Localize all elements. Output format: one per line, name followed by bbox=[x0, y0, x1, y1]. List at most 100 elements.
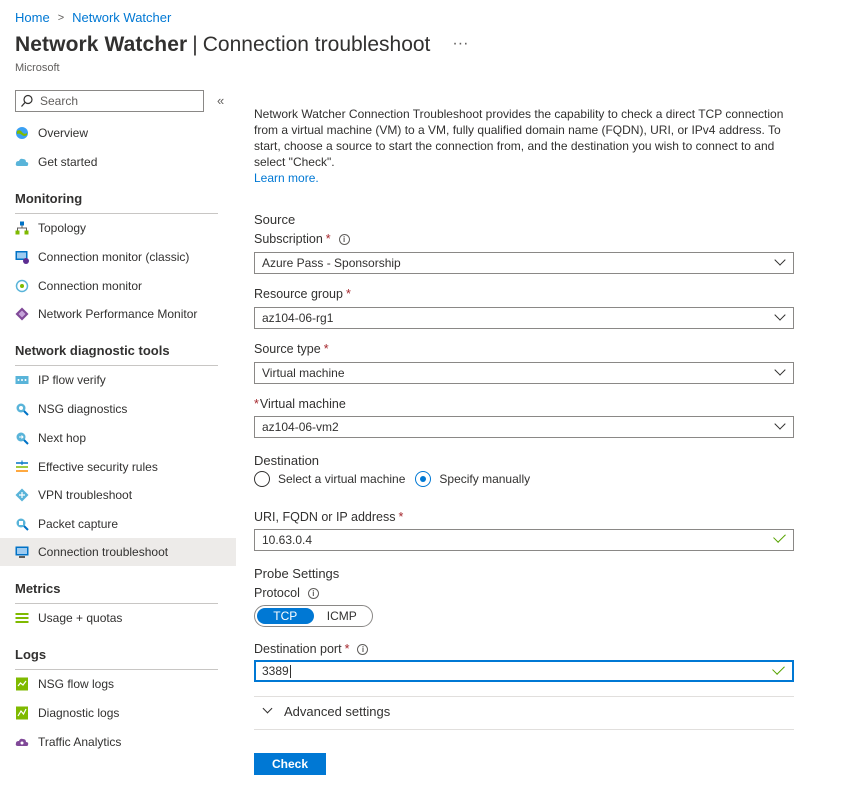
learn-more-link[interactable]: Learn more. bbox=[254, 171, 319, 185]
radio-specify-manually-label[interactable]: Specify manually bbox=[439, 472, 530, 486]
sidebar-item-label: Effective security rules bbox=[38, 460, 158, 474]
security-rules-icon bbox=[15, 460, 29, 474]
sidebar-item-topology[interactable]: Topology bbox=[0, 214, 236, 242]
connection-troubleshoot-icon bbox=[15, 545, 29, 559]
text-caret bbox=[289, 664, 291, 678]
sidebar-item-get-started[interactable]: Get started bbox=[0, 148, 236, 176]
sidebar-item-nsg-diagnostics[interactable]: NSG diagnostics bbox=[0, 395, 236, 423]
info-icon[interactable]: i bbox=[357, 643, 369, 655]
sidebar-item-label: NSG flow logs bbox=[38, 677, 115, 691]
source-type-select[interactable]: Virtual machine bbox=[254, 362, 794, 384]
subscription-label-text: Subscription bbox=[254, 232, 323, 246]
virtual-machine-select[interactable]: az104-06-vm2 bbox=[254, 416, 794, 438]
traffic-analytics-icon bbox=[15, 735, 29, 749]
search-input[interactable] bbox=[40, 94, 190, 108]
sidebar-item-label: IP flow verify bbox=[38, 373, 106, 387]
section-heading-network-diagnostic-tools: Network diagnostic tools bbox=[15, 343, 218, 366]
chevron-down-icon bbox=[774, 418, 786, 430]
cloud-icon bbox=[15, 155, 29, 169]
page-title-divider: | bbox=[192, 33, 198, 56]
protocol-label: Protocol i bbox=[254, 586, 319, 600]
protocol-tcp-option[interactable]: TCP bbox=[257, 608, 314, 624]
breadcrumb-network-watcher[interactable]: Network Watcher bbox=[72, 10, 171, 25]
topology-icon bbox=[15, 221, 29, 235]
section-heading-metrics: Metrics bbox=[15, 581, 218, 604]
sidebar-item-label: Overview bbox=[38, 126, 89, 140]
radio-select-vm[interactable] bbox=[254, 471, 270, 487]
sidebar-item-connection-monitor[interactable]: Connection monitor bbox=[0, 272, 236, 300]
collapse-sidebar-icon[interactable]: « bbox=[217, 93, 224, 108]
sidebar-item-diagnostic-logs[interactable]: Diagnostic logs bbox=[0, 699, 236, 727]
sidebar-item-overview[interactable]: Overview bbox=[0, 119, 236, 147]
page-org: Microsoft bbox=[15, 62, 60, 74]
sidebar-item-connection-monitor-classic[interactable]: Connection monitor (classic) bbox=[0, 243, 236, 271]
source-type-label: Source type * bbox=[254, 342, 329, 356]
page-title-subtitle: Connection troubleshoot bbox=[202, 33, 431, 56]
sidebar-item-label: Packet capture bbox=[38, 517, 119, 531]
chevron-down-icon bbox=[262, 703, 273, 714]
protocol-toggle: TCP ICMP bbox=[254, 605, 373, 627]
probe-settings-heading: Probe Settings bbox=[254, 566, 340, 581]
subscription-label: Subscription * i bbox=[254, 232, 350, 246]
sidebar-item-label: Topology bbox=[38, 221, 87, 235]
info-icon[interactable]: i bbox=[338, 233, 350, 245]
diagnostic-logs-icon bbox=[15, 706, 29, 720]
intro-description: Network Watcher Connection Troubleshoot … bbox=[254, 107, 784, 169]
sidebar-item-label: Next hop bbox=[38, 431, 87, 445]
protocol-label-text: Protocol bbox=[254, 586, 300, 600]
sidebar-item-label: Connection monitor (classic) bbox=[38, 250, 190, 264]
next-hop-icon bbox=[15, 431, 29, 445]
search-box[interactable] bbox=[15, 90, 204, 112]
virtual-machine-label-text: Virtual machine bbox=[259, 397, 346, 411]
sidebar-item-connection-troubleshoot[interactable]: Connection troubleshoot bbox=[0, 538, 236, 566]
destination-radio-group: Select a virtual machine Specify manuall… bbox=[254, 471, 540, 487]
required-mark: * bbox=[398, 510, 404, 524]
breadcrumb-separator: > bbox=[57, 11, 65, 24]
resource-group-label-text: Resource group bbox=[254, 287, 343, 301]
connection-monitor-icon bbox=[15, 279, 29, 293]
address-input[interactable]: 10.63.0.4 bbox=[254, 529, 794, 551]
destination-port-input[interactable]: 3389 bbox=[254, 660, 794, 682]
required-mark: * bbox=[254, 397, 259, 411]
sidebar-item-traffic-analytics[interactable]: Traffic Analytics bbox=[0, 728, 236, 756]
chevron-down-icon bbox=[774, 309, 786, 321]
diamond-icon bbox=[15, 307, 29, 321]
resource-group-select[interactable]: az104-06-rg1 bbox=[254, 307, 794, 329]
destination-heading: Destination bbox=[254, 453, 320, 468]
advanced-settings-toggle[interactable]: Advanced settings bbox=[262, 703, 390, 719]
required-mark: * bbox=[344, 642, 350, 656]
sidebar-item-vpn-troubleshoot[interactable]: VPN troubleshoot bbox=[0, 481, 236, 509]
check-button[interactable]: Check bbox=[254, 753, 326, 775]
sidebar-item-network-performance-monitor[interactable]: Network Performance Monitor bbox=[0, 300, 236, 328]
page-title: Network Watcher | Connection troubleshoo… bbox=[15, 33, 468, 57]
sidebar-item-nsg-flow-logs[interactable]: NSG flow logs bbox=[0, 670, 236, 698]
sidebar-item-packet-capture[interactable]: Packet capture bbox=[0, 510, 236, 538]
protocol-icmp-option[interactable]: ICMP bbox=[314, 608, 371, 624]
vpn-icon bbox=[15, 488, 29, 502]
sidebar-item-label: Connection monitor bbox=[38, 279, 143, 293]
sidebar-item-ip-flow-verify[interactable]: IP flow verify bbox=[0, 366, 236, 394]
sidebar-item-next-hop[interactable]: Next hop bbox=[0, 424, 236, 452]
address-label: URI, FQDN or IP address * bbox=[254, 510, 403, 524]
sidebar-item-label: NSG diagnostics bbox=[38, 402, 128, 416]
sidebar-item-usage-quotas[interactable]: Usage + quotas bbox=[0, 604, 236, 632]
subscription-select[interactable]: Azure Pass - Sponsorship bbox=[254, 252, 794, 274]
source-heading: Source bbox=[254, 212, 296, 227]
radio-select-vm-label[interactable]: Select a virtual machine bbox=[278, 472, 405, 486]
sidebar-item-label: Traffic Analytics bbox=[38, 735, 122, 749]
divider bbox=[254, 729, 794, 730]
breadcrumb-home[interactable]: Home bbox=[15, 10, 50, 25]
globe-icon bbox=[15, 126, 29, 140]
monitor-icon bbox=[15, 250, 29, 264]
info-icon[interactable]: i bbox=[307, 587, 319, 599]
sidebar-item-label: Usage + quotas bbox=[38, 611, 123, 625]
more-options-icon[interactable]: ··· bbox=[452, 35, 468, 53]
sidebar-item-effective-security-rules[interactable]: Effective security rules bbox=[0, 453, 236, 481]
source-type-label-text: Source type bbox=[254, 342, 321, 356]
section-heading-monitoring: Monitoring bbox=[15, 191, 218, 214]
breadcrumb: Home > Network Watcher bbox=[15, 10, 171, 25]
radio-specify-manually[interactable] bbox=[415, 471, 432, 487]
nsg-icon bbox=[15, 402, 29, 416]
page-title-main: Network Watcher bbox=[15, 33, 188, 56]
required-mark: * bbox=[323, 342, 329, 356]
